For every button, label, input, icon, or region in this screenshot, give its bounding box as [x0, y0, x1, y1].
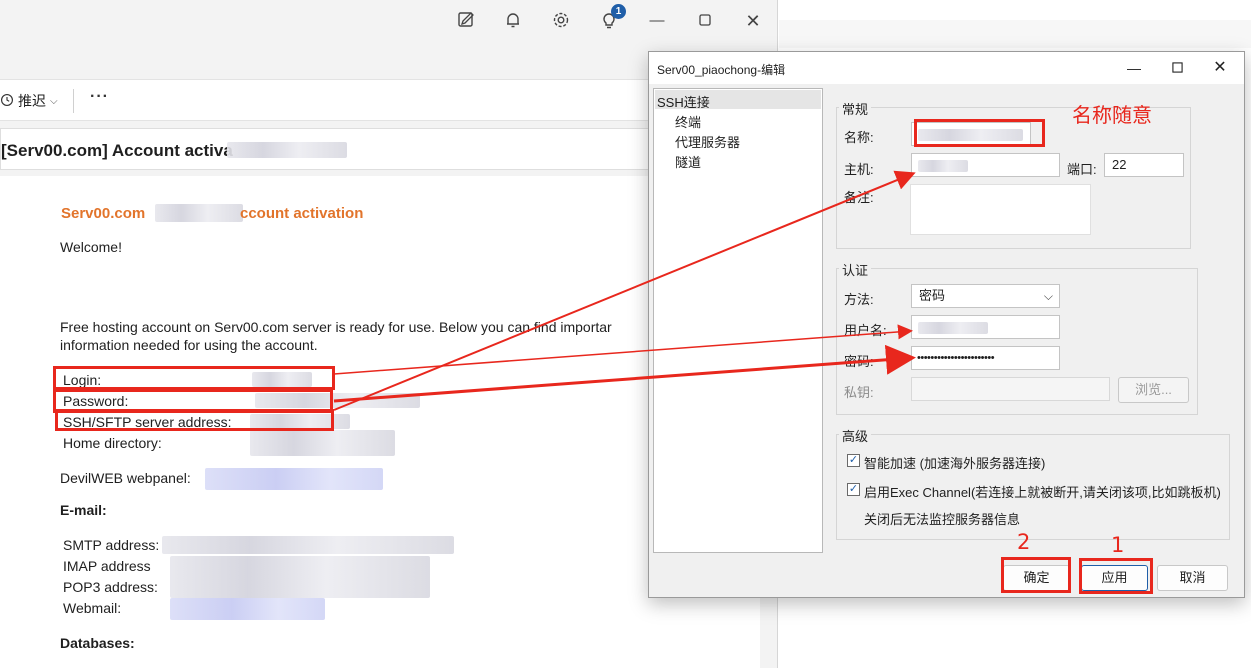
general-group-title: 常规	[839, 99, 872, 118]
dialog-titlebar: Serv00_piaochong-编辑 — ✕	[649, 52, 1244, 84]
step-1-annotation: 1	[1111, 533, 1125, 557]
private-key-field[interactable]	[911, 377, 1110, 401]
browse-button[interactable]: 浏览...	[1118, 377, 1189, 403]
notes-icon[interactable]	[455, 10, 477, 32]
email-subject: [Serv00.com] Account activa	[1, 141, 233, 160]
cancel-button[interactable]: 取消	[1157, 565, 1228, 591]
password-field[interactable]: •••••••••••••••••••••••	[911, 346, 1060, 370]
exec-channel-label: 启用Exec Channel(若连接上就被断开,请关闭该项,比如跳板机)	[864, 485, 1221, 500]
background-stripe	[779, 20, 1251, 48]
tree-item-ssh[interactable]: SSH连接	[657, 92, 710, 111]
pop3-label: POP3 address:	[63, 579, 158, 595]
databases-heading: Databases:	[60, 635, 135, 651]
private-key-label: 私钥:	[844, 385, 874, 400]
devilweb-label: DevilWEB webpanel:	[60, 470, 191, 486]
dialog-title: Serv00_piaochong-编辑	[657, 63, 786, 77]
redacted-block	[155, 204, 243, 222]
gear-icon[interactable]	[550, 10, 572, 32]
redacted-block	[918, 322, 988, 334]
exec-channel-note: 关闭后无法监控服务器信息	[864, 512, 1021, 527]
tree-item-proxy[interactable]: 代理服务器	[675, 132, 740, 151]
highlight-ssh-address	[55, 409, 334, 431]
advanced-group-title: 高级	[839, 426, 872, 445]
mail-toolbar: 推迟 ⌵ ···	[0, 79, 760, 121]
email-heading: Serv00.com	[61, 205, 145, 222]
more-options-button[interactable]: ···	[90, 88, 109, 106]
redacted-block	[227, 142, 347, 158]
intro-line-1: Free hosting account on Serv00.com serve…	[60, 319, 612, 335]
port-label: 端口:	[1067, 162, 1097, 177]
name-hint-annotation: 名称随意	[1072, 103, 1152, 127]
method-value: 密码	[919, 288, 946, 303]
highlight-name-field	[914, 119, 1045, 147]
redacted-block	[250, 430, 395, 456]
welcome-text: Welcome!	[60, 239, 122, 255]
notification-badge: 1	[611, 4, 626, 19]
snooze-button[interactable]: 推迟 ⌵	[0, 91, 58, 111]
clock-icon	[0, 93, 14, 110]
highlight-apply-button	[1079, 558, 1153, 594]
host-field[interactable]	[911, 153, 1060, 177]
email-section-heading: E-mail:	[60, 502, 107, 518]
redacted-block	[162, 536, 454, 554]
imap-label: IMAP address	[63, 558, 151, 574]
dialog-close-icon[interactable]: ✕	[1206, 55, 1234, 81]
username-field[interactable]	[911, 315, 1060, 339]
dialog-maximize-icon[interactable]	[1163, 55, 1191, 81]
redacted-link	[205, 468, 383, 490]
password-label: 密码:	[844, 354, 874, 369]
redacted-link	[170, 598, 325, 620]
webmail-label: Webmail:	[63, 600, 122, 616]
smart-accel-checkbox[interactable]: ✓	[847, 454, 860, 467]
redacted-block	[170, 556, 430, 598]
subject-bar: [Serv00.com] Account activa	[0, 128, 760, 170]
mail-top-bar: 1 — ✕	[0, 0, 777, 44]
host-label: 主机:	[844, 162, 874, 177]
note-field[interactable]	[910, 184, 1091, 235]
home-directory-label: Home directory:	[63, 435, 162, 451]
chevron-down-icon: ⌵	[1043, 289, 1053, 303]
exec-channel-checkbox[interactable]: ✓	[847, 483, 860, 496]
highlight-login	[53, 366, 335, 390]
method-label: 方法:	[844, 292, 874, 307]
chevron-down-icon: ⌵	[50, 95, 58, 107]
close-icon[interactable]: ✕	[742, 10, 764, 32]
tree-item-tunnel[interactable]: 隧道	[675, 152, 701, 171]
redacted-block	[918, 160, 968, 172]
step-2-annotation: 2	[1017, 530, 1031, 554]
dialog-minimize-icon[interactable]: —	[1120, 55, 1148, 81]
highlight-ok-button	[1001, 557, 1071, 593]
maximize-icon[interactable]	[694, 10, 716, 32]
heading-left: Serv00.com	[61, 205, 146, 222]
name-label: 名称:	[844, 130, 874, 145]
note-label: 备注:	[844, 190, 874, 205]
minimize-icon[interactable]: —	[646, 10, 668, 32]
port-field[interactable]: 22	[1104, 153, 1184, 177]
toolbar-divider	[73, 89, 74, 113]
tree-item-terminal[interactable]: 终端	[675, 112, 701, 131]
snooze-label: 推迟	[18, 93, 46, 109]
auth-group-title: 认证	[839, 260, 872, 279]
bell-icon[interactable]	[502, 10, 524, 32]
intro-line-2: information needed for using the account…	[60, 337, 318, 353]
method-select[interactable]: 密码 ⌵	[911, 284, 1060, 308]
smart-accel-label: 智能加速 (加速海外服务器连接)	[864, 456, 1046, 471]
email-heading-right: ccount activation	[240, 205, 364, 222]
settings-tree: SSH连接 终端 代理服务器 隧道	[653, 88, 823, 553]
username-label: 用户名:	[844, 323, 887, 338]
smtp-label: SMTP address:	[63, 537, 160, 553]
